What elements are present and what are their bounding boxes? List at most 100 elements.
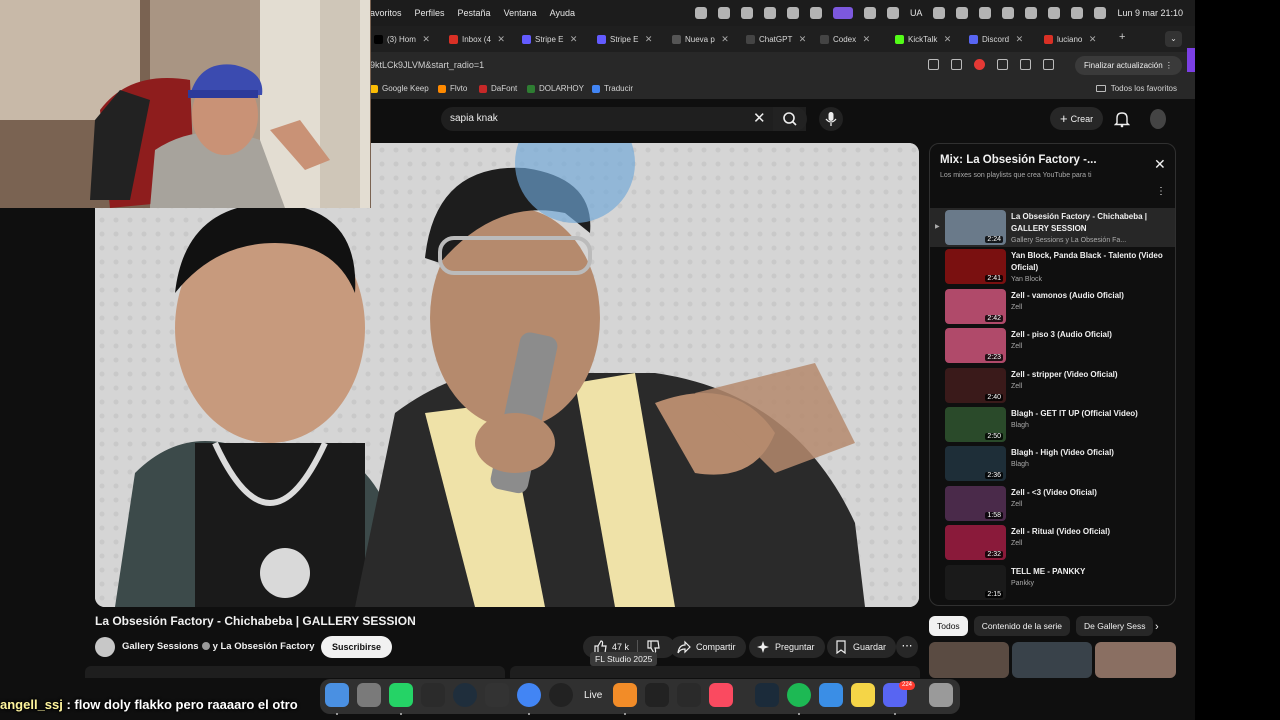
video-thumbnail[interactable]: 2:50 xyxy=(945,407,1006,442)
finish-update-button[interactable]: Finalizar actualización ⋮ xyxy=(1075,56,1182,75)
bookmark-item[interactable]: DaFont xyxy=(479,84,517,93)
playlist-item[interactable]: 2:15 TELL ME - PANKKY Pankky xyxy=(930,563,1175,602)
audio-app-icon[interactable] xyxy=(677,683,701,707)
browser-tab[interactable]: luciano ✕ xyxy=(1044,31,1096,48)
close-icon[interactable]: ✕ xyxy=(1154,157,1166,171)
app-icon[interactable] xyxy=(755,683,779,707)
browser-tab[interactable]: Nueva p ✕ xyxy=(672,31,729,48)
status-icon[interactable] xyxy=(694,7,707,19)
tidal-icon[interactable] xyxy=(645,683,669,707)
volume-icon[interactable] xyxy=(979,7,992,19)
search-query[interactable]: sapia knak xyxy=(450,113,498,124)
menu-item[interactable]: Ventana xyxy=(504,8,537,18)
close-tab-icon[interactable]: ✕ xyxy=(645,34,653,45)
close-tab-icon[interactable]: ✕ xyxy=(570,34,578,45)
recommendation-thumbnail[interactable] xyxy=(1012,642,1092,678)
video-thumbnail[interactable]: 2:32 xyxy=(945,525,1006,561)
close-tab-icon[interactable]: ✕ xyxy=(422,34,430,45)
channel-name[interactable]: Gallery Sessions y La Obsesión Factory xyxy=(122,641,314,652)
spotify-icon[interactable] xyxy=(787,683,811,707)
create-button[interactable]: + Crear xyxy=(1050,107,1104,130)
status-icon[interactable] xyxy=(886,7,899,19)
playlist-item[interactable]: 1:58 Zell - <3 (Video Oficial) Zell xyxy=(930,484,1175,523)
video-thumbnail[interactable]: 2:36 xyxy=(945,446,1006,482)
tab-search-button[interactable]: ⌄ xyxy=(1165,31,1182,47)
bookmark-star-icon[interactable] xyxy=(951,59,962,70)
close-tab-icon[interactable]: ✕ xyxy=(721,34,729,45)
video-thumbnail[interactable]: 2:23 xyxy=(945,328,1006,364)
playlist-item[interactable]: 2:41 Yan Block, Panda Black - Talento (Vi… xyxy=(930,247,1175,286)
bookmark-item[interactable]: DOLARHOY xyxy=(527,84,584,93)
playlist-item-title[interactable]: Blagh - High (Video Oficial) xyxy=(1011,447,1171,459)
chevron-right-icon[interactable]: › xyxy=(1155,621,1159,633)
recording-status-icon[interactable] xyxy=(832,7,853,19)
playlist-item-title[interactable]: Zell - stripper (Video Oficial) xyxy=(1011,369,1171,381)
siri-icon[interactable] xyxy=(1094,7,1107,19)
browser-tab[interactable]: Stripe E ✕ xyxy=(597,31,652,48)
account-avatar[interactable] xyxy=(1150,109,1166,129)
playlist-item-title[interactable]: Zell - vamonos (Audio Oficial) xyxy=(1011,290,1171,302)
wifi-icon[interactable] xyxy=(1025,7,1038,19)
mixer-icon[interactable] xyxy=(485,683,509,707)
status-icon[interactable] xyxy=(863,7,876,19)
description-box[interactable] xyxy=(85,666,505,678)
install-app-icon[interactable] xyxy=(928,59,939,70)
browser-tab[interactable]: Codex ✕ xyxy=(820,31,870,48)
bookmark-item[interactable]: Google Keep xyxy=(370,84,429,93)
status-icon[interactable] xyxy=(717,7,730,19)
browser-tab[interactable]: (3) Hom ✕ xyxy=(374,31,430,48)
clock[interactable]: Lun 9 mar 21:10 xyxy=(1117,8,1183,18)
video-thumbnail[interactable]: 2:42 xyxy=(945,288,1006,324)
more-actions-button[interactable]: ⋯ xyxy=(896,636,918,658)
bookmark-item[interactable]: Traducir xyxy=(592,84,633,93)
menu-item[interactable]: avoritos xyxy=(370,8,402,18)
playlist-item[interactable]: 2:23 Zell - piso 3 (Audio Oficial) Zell xyxy=(930,326,1175,365)
playlist-menu-icon[interactable]: ⋮ xyxy=(1156,186,1166,197)
playlist-item[interactable]: 2:50 Blagh - GET IT UP (Official Video) Bl… xyxy=(930,405,1175,444)
music-icon[interactable] xyxy=(709,683,733,707)
browser-tab[interactable]: Stripe E ✕ xyxy=(522,31,577,48)
comments-box[interactable] xyxy=(510,666,920,678)
ableton-live-icon[interactable]: Live xyxy=(584,690,602,701)
video-thumbnail[interactable]: 1:58 xyxy=(945,485,1006,521)
playlist-item[interactable]: 2:42 Zell - vamonos (Audio Oficial) Zell xyxy=(930,287,1175,326)
close-tab-icon[interactable]: ✕ xyxy=(497,34,505,45)
capcut-icon[interactable] xyxy=(421,683,445,707)
new-tab-button[interactable]: + xyxy=(1119,31,1125,43)
playlist-item-title[interactable]: Blagh - GET IT UP (Official Video) xyxy=(1011,408,1171,420)
keyboard-layout[interactable]: UA xyxy=(910,8,923,18)
playlist-item-title[interactable]: Zell - Ritual (Video Oficial) xyxy=(1011,526,1171,538)
chrome-icon[interactable] xyxy=(517,683,541,707)
playlist-item[interactable]: 2:40 Zell - stripper (Video Oficial) Zell xyxy=(930,366,1175,405)
video-thumbnail[interactable]: 2:24 xyxy=(945,210,1006,245)
browser-tab[interactable]: KickTalk ✕ xyxy=(895,31,951,48)
playlist-item-title[interactable]: Zell - piso 3 (Audio Oficial) xyxy=(1011,329,1171,341)
search-icon[interactable] xyxy=(1071,7,1084,19)
recorder-icon[interactable] xyxy=(549,683,573,707)
browser-tab[interactable]: Inbox (4 ✕ xyxy=(449,31,505,48)
trash-icon[interactable] xyxy=(929,683,953,707)
close-tab-icon[interactable]: ✕ xyxy=(944,34,952,45)
playlist-item[interactable]: ▶ 2:24 La Obsesión Factory - Chichabeba | … xyxy=(930,208,1175,247)
close-tab-icon[interactable]: ✕ xyxy=(799,34,807,45)
clear-search-icon[interactable]: ✕ xyxy=(753,110,766,127)
filter-chip[interactable]: Todos xyxy=(929,616,968,636)
subscribe-button[interactable]: Suscribirse xyxy=(321,636,393,658)
url-field[interactable]: 9ktLCk9JLVM&start_radio=1 xyxy=(370,60,484,70)
playlist-item-title[interactable]: TELL ME - PANKKY xyxy=(1011,566,1171,578)
channel-avatar[interactable] xyxy=(95,637,115,657)
reading-list-icon[interactable] xyxy=(1020,59,1031,70)
notes-icon[interactable] xyxy=(851,683,875,707)
display-icon[interactable] xyxy=(956,7,969,19)
save-button[interactable]: Guardar xyxy=(827,636,897,658)
profile-icon[interactable] xyxy=(1043,59,1054,70)
ask-button[interactable]: Preguntar xyxy=(749,636,825,658)
control-center-icon[interactable] xyxy=(1048,7,1061,19)
recommendation-thumbnail[interactable] xyxy=(929,642,1009,678)
video-thumbnail[interactable]: 2:15 xyxy=(945,564,1006,600)
menu-item[interactable]: Ayuda xyxy=(550,8,575,18)
status-icon[interactable] xyxy=(740,7,753,19)
browser-tab[interactable]: ChatGPT ✕ xyxy=(746,31,806,48)
playlist-title[interactable]: Mix: La Obsesión Factory -... xyxy=(940,154,1097,166)
close-tab-icon[interactable]: ✕ xyxy=(863,34,871,45)
